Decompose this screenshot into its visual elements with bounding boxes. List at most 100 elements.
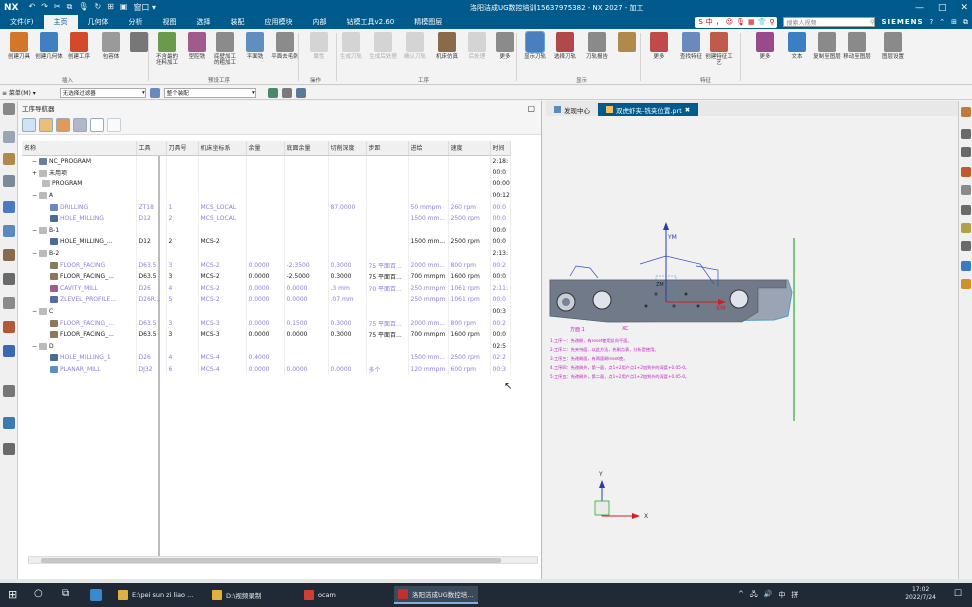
close-button[interactable]: ✕	[960, 3, 968, 13]
expand-toggle-icon[interactable]: −	[32, 343, 37, 350]
ribbon-button[interactable]: 型腔铣	[182, 32, 212, 60]
ime-item[interactable]: ⚲	[769, 18, 774, 26]
ribbon-button[interactable]: 查找特征	[676, 32, 706, 60]
right-toolbar-icon[interactable]	[961, 279, 971, 289]
table-row[interactable]: FLOOR_FACING_... D63.5 3 MCS-3 0.0000 0.0000 0…	[22, 328, 511, 341]
expand-toggle-icon[interactable]: −	[32, 308, 37, 315]
resource-bar-icon[interactable]	[3, 273, 15, 285]
table-row[interactable]: FLOOR_FACING_... D63.5 3 MCS-3 0.0000 0.1500 0…	[22, 317, 511, 329]
clock[interactable]: 17:02 2022/7/24	[905, 586, 936, 602]
taskbar-app[interactable]: 洛阳洁成UG数控培...	[394, 586, 478, 604]
right-toolbar-icon[interactable]	[961, 241, 971, 251]
ribbon-button[interactable]: 更多	[750, 32, 780, 60]
right-toolbar-icon[interactable]	[961, 205, 971, 215]
operation-name-cell[interactable]: FLOOR_FACING_...	[22, 328, 137, 341]
ime-toolbar[interactable]: S 中， ☺ 🎙 ▦ 👕 ⚲	[695, 16, 778, 28]
operation-name-cell[interactable]: FLOOR_FACING	[22, 259, 137, 271]
main-menu-button[interactable]: ≡ 菜单(M) ▾	[2, 88, 36, 97]
table-row[interactable]: − B-2 2:13:	[22, 247, 511, 260]
menu-tab[interactable]: 钻模工具v2.60	[337, 15, 405, 29]
ribbon-button[interactable]: 图层设置	[878, 32, 908, 60]
column-header[interactable]: 余量	[246, 141, 285, 156]
ribbon-button[interactable]	[612, 32, 642, 54]
filter-icon[interactable]	[149, 87, 160, 98]
ribbon-button[interactable]: 文本	[782, 32, 812, 60]
operation-name-cell[interactable]: + 未用项	[22, 166, 137, 179]
table-row[interactable]: − C 00:3	[22, 305, 511, 318]
column-header[interactable]: 速度	[448, 141, 491, 156]
start-icon[interactable]: ⊞	[8, 588, 17, 601]
resource-bar-icon[interactable]	[3, 225, 15, 237]
table-row[interactable]: PROGRAM 00:00	[22, 178, 511, 190]
ribbon-button[interactable]: 底壁加工 的粗加工	[210, 32, 240, 66]
window-menu-icon[interactable]: ⊞	[951, 18, 957, 26]
ribbon-button[interactable]: 后处理	[462, 32, 492, 60]
column-header[interactable]: 进给	[408, 141, 449, 156]
operation-name-cell[interactable]: PROGRAM	[22, 178, 137, 190]
ribbon-button[interactable]: 包容体	[96, 32, 126, 60]
ribbon-button[interactable]: 确认刀轨	[400, 32, 430, 60]
maximize-button[interactable]: □	[938, 3, 947, 13]
ime-item[interactable]: 🎙	[736, 18, 745, 26]
horizontal-scrollbar[interactable]	[28, 556, 538, 564]
ribbon-button[interactable]: 移动至图层	[842, 32, 872, 60]
view-select-icon[interactable]	[281, 87, 292, 98]
operation-name-cell[interactable]: HOLE_MILLING_1	[22, 352, 137, 364]
operation-name-cell[interactable]: − B-1	[22, 224, 137, 237]
qat-item[interactable]: ⧉	[67, 2, 73, 13]
resource-bar-icon[interactable]	[3, 321, 15, 333]
help-icon[interactable]: ?	[930, 18, 934, 26]
method-view-icon[interactable]	[73, 117, 87, 132]
ribbon-button[interactable]: 显示刀轨	[520, 31, 550, 60]
menu-tab[interactable]: 视图	[153, 15, 187, 29]
resource-bar-icon[interactable]	[3, 153, 15, 165]
right-toolbar-icon[interactable]	[961, 129, 971, 139]
column-header[interactable]: 切削深度	[328, 141, 367, 156]
resource-bar-icon[interactable]	[3, 417, 15, 429]
right-toolbar-icon[interactable]	[961, 185, 971, 195]
ribbon-button[interactable]: 属性	[304, 32, 334, 60]
tray-icon[interactable]: ^	[738, 590, 744, 601]
table-row[interactable]: − D 02:5	[22, 340, 511, 353]
operation-name-cell[interactable]: CAVITY_MILL	[22, 282, 137, 295]
taskbar-app[interactable]: E:\pei sun zi liao ...	[114, 586, 197, 604]
ribbon-button[interactable]: 生成刀轨	[336, 32, 366, 60]
table-row[interactable]: − NC_PROGRAM 2:18:	[22, 155, 511, 167]
tray-icon[interactable]: 🔊	[764, 590, 773, 601]
operation-name-cell[interactable]: − B-2	[22, 247, 137, 260]
menu-tab[interactable]: 装配	[221, 15, 255, 29]
ime-item[interactable]: ▦	[748, 18, 755, 26]
model-viewport[interactable]: YM XM ZM 方面 1 XC 1.工序一：先改刷，有reset使用反向平面。…	[546, 116, 958, 579]
resource-bar-icon[interactable]	[3, 443, 15, 455]
maximize-panel-icon[interactable]: ▢	[527, 104, 535, 113]
table-row[interactable]: DRILLING ZT18 1 MCS_LOCAL 87.0000 50 mmpm 260 …	[22, 201, 511, 213]
scope-select[interactable]: 整个装配 ▾	[163, 87, 256, 98]
expand-toggle-icon[interactable]: −	[32, 250, 37, 257]
expand-toggle-icon[interactable]: −	[32, 158, 37, 165]
ribbon-button[interactable]: 复制至图层	[812, 32, 842, 60]
right-toolbar-icon[interactable]	[961, 167, 971, 177]
program-order-view-icon[interactable]	[22, 117, 36, 132]
right-toolbar-icon[interactable]	[961, 107, 971, 117]
collapse-icon[interactable]: ⌃	[939, 18, 945, 26]
graphics-tab[interactable]: 双虎虾夹-铣夹位置.prt ✖	[598, 103, 699, 116]
table-row[interactable]: FLOOR_FACING_... D63.5 3 MCS-2 0.0000 -2.5000…	[22, 270, 511, 283]
ribbon-button[interactable]: 创建刀具	[4, 32, 34, 60]
expand-toggle-icon[interactable]: −	[32, 192, 37, 199]
graphics-window[interactable]: YM XM ZM 方面 1 XC 1.工序一：先改刷，有reset使用反向平面。…	[546, 116, 958, 579]
table-row[interactable]: − B-1 00:0	[22, 224, 511, 237]
table-row[interactable]: FLOOR_FACING D63.5 3 MCS-2 0.0000 -2.3500 0.30…	[22, 259, 511, 271]
column-header[interactable]: 底面余量	[284, 141, 329, 156]
resource-bar-icon[interactable]	[3, 385, 15, 397]
ime-item[interactable]: ☺	[726, 18, 733, 26]
menu-tab[interactable]: 几何体	[78, 15, 119, 29]
menu-tab[interactable]: 精模图层	[404, 15, 452, 29]
table-row[interactable]: PLANAR_MILL DJ32 6 MCS-4 0.0000 0.0000 0.0000 多…	[22, 363, 511, 376]
ime-item[interactable]: ，	[716, 17, 723, 27]
tray-icon[interactable]: 🖧	[750, 590, 758, 601]
resource-bar-icon[interactable]	[3, 297, 15, 309]
column-header[interactable]: 机床坐标系	[198, 141, 247, 156]
task-view-icon[interactable]: ⧉	[62, 588, 69, 599]
table-row[interactable]: CAVITY_MILL D26 4 MCS-2 0.0000 0.0000.3 mm 70 …	[22, 282, 511, 295]
ribbon-button[interactable]: 机床仿真	[432, 32, 462, 60]
